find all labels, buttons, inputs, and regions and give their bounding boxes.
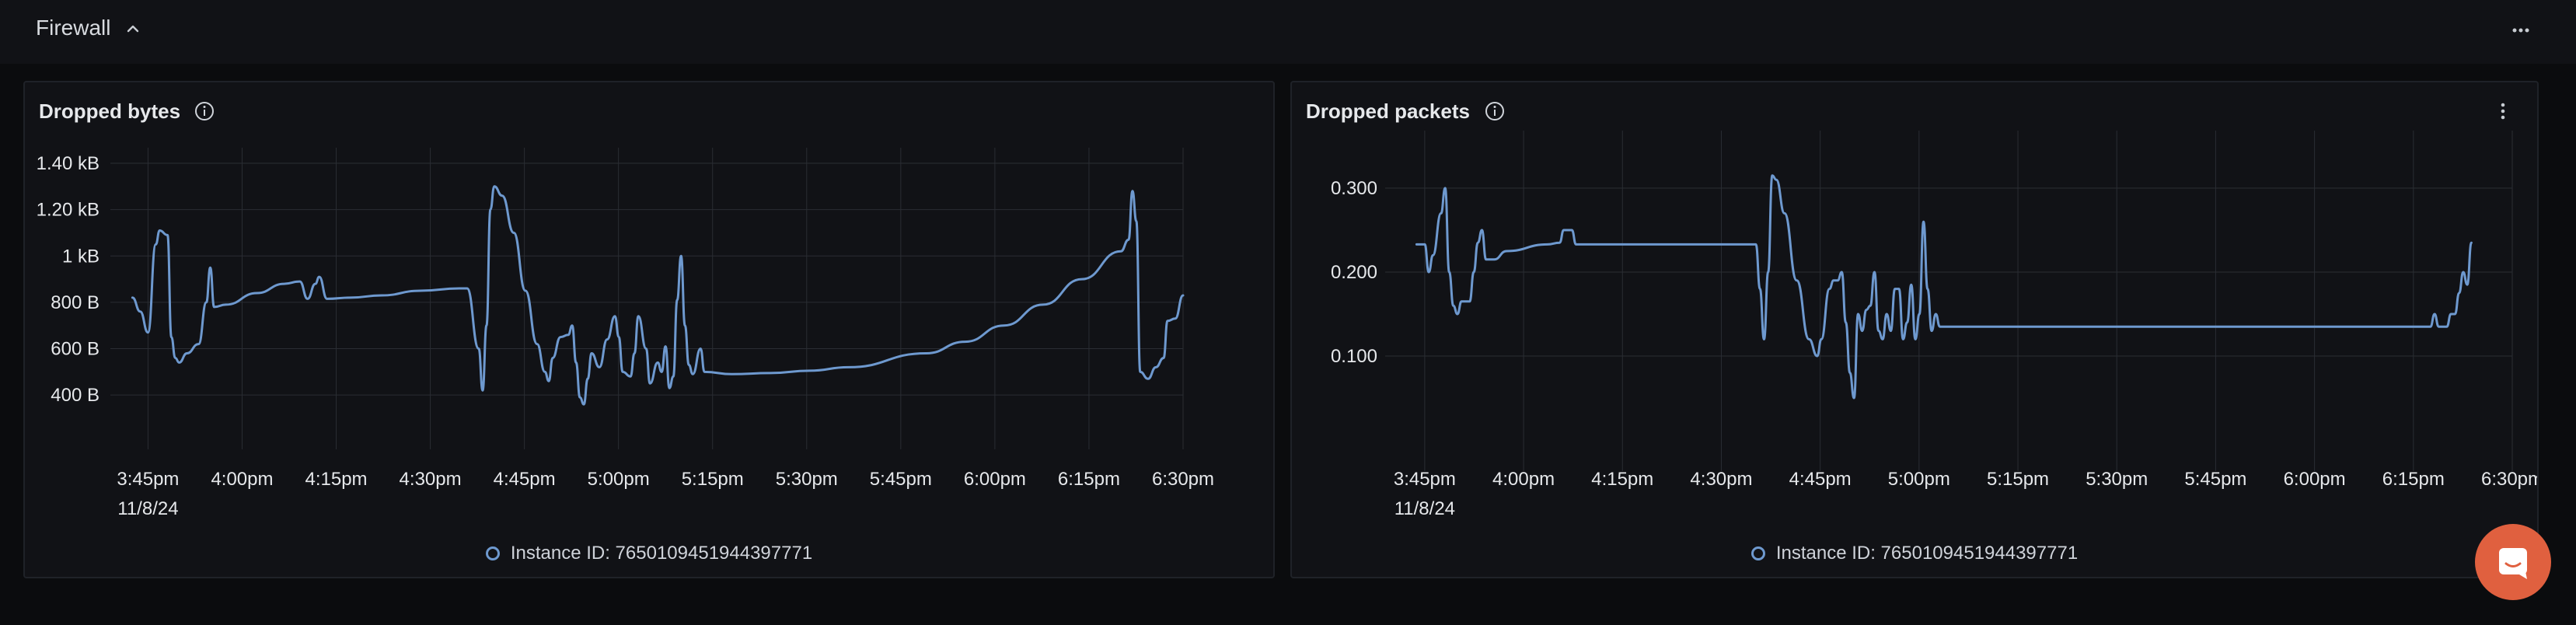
x-tick-label: 5:45pm <box>870 469 932 490</box>
x-tick-label: 4:30pm <box>400 469 462 490</box>
chevron-up-icon[interactable] <box>124 20 141 37</box>
chat-button[interactable] <box>2475 524 2551 600</box>
x-tick-label: 3:45pm <box>117 469 179 490</box>
y-tick-label: 600 B <box>51 339 99 360</box>
y-tick-label: 800 B <box>51 292 99 313</box>
dropped-packets-chart: 0.300 0.200 0.100 3:45pm 4:00pm 4:15pm 4:30pm 4… <box>1331 131 2537 519</box>
chart-legend[interactable]: Instance ID: 7650109451944397771 <box>1292 543 2537 564</box>
series-line <box>131 185 1185 406</box>
y-tick-label: 0.300 <box>1331 178 1377 199</box>
dropped-packets-panel: Dropped packets 0.300 0.200 0.100 3:45pm 4:0… <box>1290 81 2539 578</box>
x-tick-label: 4:30pm <box>1690 469 1752 490</box>
legend-marker <box>485 546 500 560</box>
x-tick-label: 4:15pm <box>1591 469 1653 490</box>
series-line <box>1415 174 2473 400</box>
x-tick-label: 6:30pm <box>1152 469 1214 490</box>
ellipsis-horizontal-icon[interactable] <box>2509 19 2532 42</box>
chat-icon <box>2499 548 2527 579</box>
dropped-bytes-chart: 1.40 kB 1.20 kB 1 kB 800 B 600 B 400 B 3:45pm 4… <box>37 148 1214 519</box>
y-tick-label: 1 kB <box>62 246 99 267</box>
x-tick-label: 6:00pm <box>964 469 1026 490</box>
x-tick-label: 5:00pm <box>588 469 650 490</box>
x-tick-label: 6:15pm <box>2382 469 2445 490</box>
x-tick-label: 3:45pm <box>1394 469 1456 490</box>
x-tick-label: 4:00pm <box>1492 469 1555 490</box>
x-tick-label: 5:30pm <box>2086 469 2148 490</box>
x-tick-label: 4:00pm <box>211 469 273 490</box>
y-tick-label: 400 B <box>51 385 99 406</box>
x-tick-label: 5:30pm <box>776 469 838 490</box>
x-tick-label: 5:15pm <box>682 469 744 490</box>
x-tick-label: 6:30pm <box>2481 469 2537 490</box>
x-tick-label: 5:00pm <box>1888 469 1950 490</box>
dropped-bytes-panel: Dropped bytes 1.40 kB 1.20 kB 1 kB 800 B 600… <box>23 81 1275 578</box>
x-tick-label: 6:15pm <box>1058 469 1120 490</box>
x-date-label: 11/8/24 <box>117 498 178 519</box>
legend-label: Instance ID: 7650109451944397771 <box>1775 543 2079 564</box>
x-tick-label: 4:45pm <box>1789 469 1852 490</box>
x-date-label: 11/8/24 <box>1394 498 1455 519</box>
y-tick-label: 1.20 kB <box>37 200 99 221</box>
x-tick-label: 4:15pm <box>305 469 367 490</box>
y-tick-label: 0.200 <box>1331 262 1377 283</box>
chart-legend[interactable]: Instance ID: 7650109451944397771 <box>25 543 1273 564</box>
x-tick-label: 6:00pm <box>2284 469 2346 490</box>
section-header: Firewall <box>0 0 2576 64</box>
legend-marker <box>1750 546 1765 560</box>
y-tick-label: 0.100 <box>1331 346 1377 367</box>
y-tick-label: 1.40 kB <box>37 153 99 174</box>
x-tick-label: 5:15pm <box>1987 469 2049 490</box>
x-tick-label: 4:45pm <box>494 469 556 490</box>
legend-label: Instance ID: 7650109451944397771 <box>510 543 813 564</box>
x-tick-label: 5:45pm <box>2184 469 2246 490</box>
section-title: Firewall <box>36 16 111 40</box>
